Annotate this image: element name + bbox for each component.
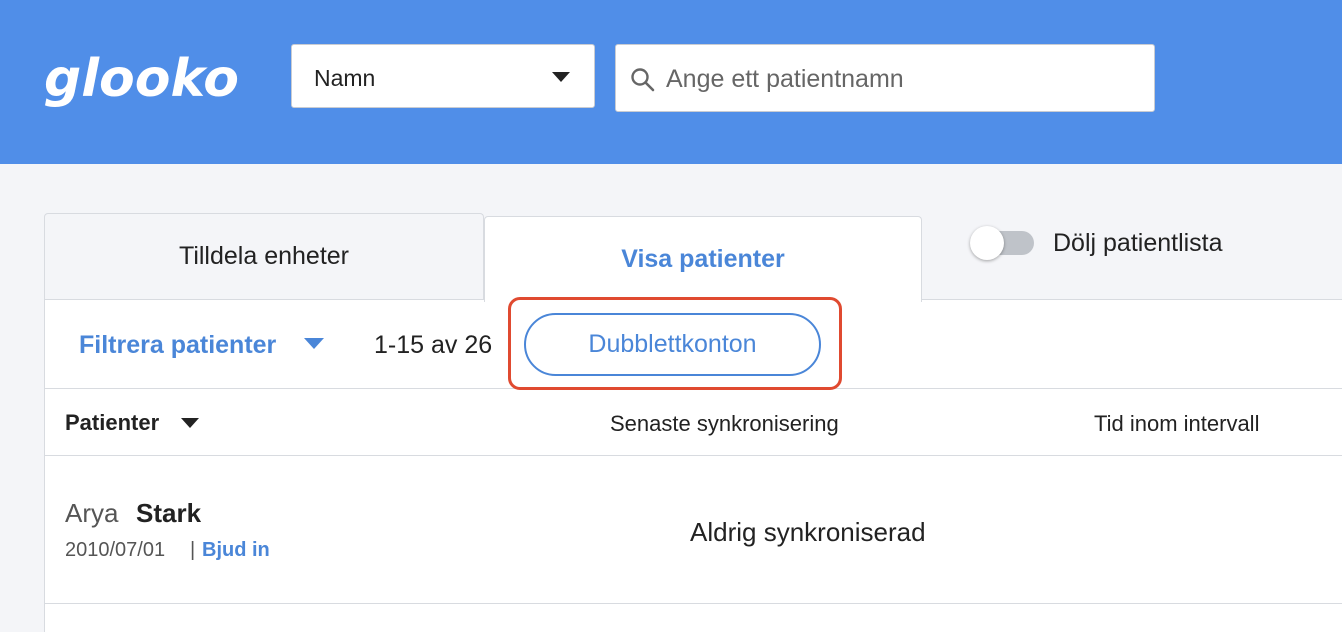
patient-dob: 2010/07/01 [65, 539, 166, 561]
sort-caret-icon[interactable] [181, 418, 199, 428]
search-type-label: Namn [314, 65, 376, 91]
toggle-knob [970, 226, 1004, 260]
column-header-patients[interactable]: Patienter [65, 410, 159, 436]
patient-first-name[interactable]: Arya [65, 498, 118, 529]
glooko-logo[interactable]: glooko [44, 49, 244, 125]
filter-caret-icon[interactable] [304, 338, 324, 349]
column-header-time-in-range: Tid inom intervall [1094, 411, 1260, 436]
hide-patient-list-label: Dölj patientlista [1053, 229, 1223, 257]
search-icon [631, 68, 655, 92]
search-type-select[interactable]: Namn [291, 44, 595, 108]
last-sync-value: Aldrig synkroniserad [690, 517, 926, 547]
tab-assign-devices-label: Tilldela enheter [178, 242, 349, 270]
filter-patients-button[interactable]: Filtrera patienter [79, 331, 276, 360]
top-header: glooko Namn [0, 0, 1342, 164]
patient-search-box[interactable] [615, 44, 1155, 112]
svg-text:glooko: glooko [44, 50, 239, 109]
row-divider [45, 603, 1342, 604]
chevron-down-icon [552, 72, 570, 82]
tab-view-patients[interactable]: Visa patienter [484, 216, 922, 302]
pagination-range: 1-15 av 26 [374, 331, 493, 359]
patient-search-input[interactable] [666, 59, 1136, 99]
row-separator: | [190, 539, 196, 561]
tab-view-patients-label: Visa patienter [621, 245, 785, 273]
hide-patient-list-toggle[interactable] [970, 226, 1034, 260]
invite-link[interactable]: Bjud in [202, 539, 270, 562]
duplicate-accounts-button[interactable]: Dubblettkonton [524, 313, 821, 376]
tab-assign-devices[interactable]: Tilldela enheter [44, 213, 484, 299]
patient-last-name[interactable]: Stark [136, 498, 201, 529]
header-divider [45, 455, 1342, 456]
column-header-last-sync: Senaste synkronisering [610, 411, 839, 436]
